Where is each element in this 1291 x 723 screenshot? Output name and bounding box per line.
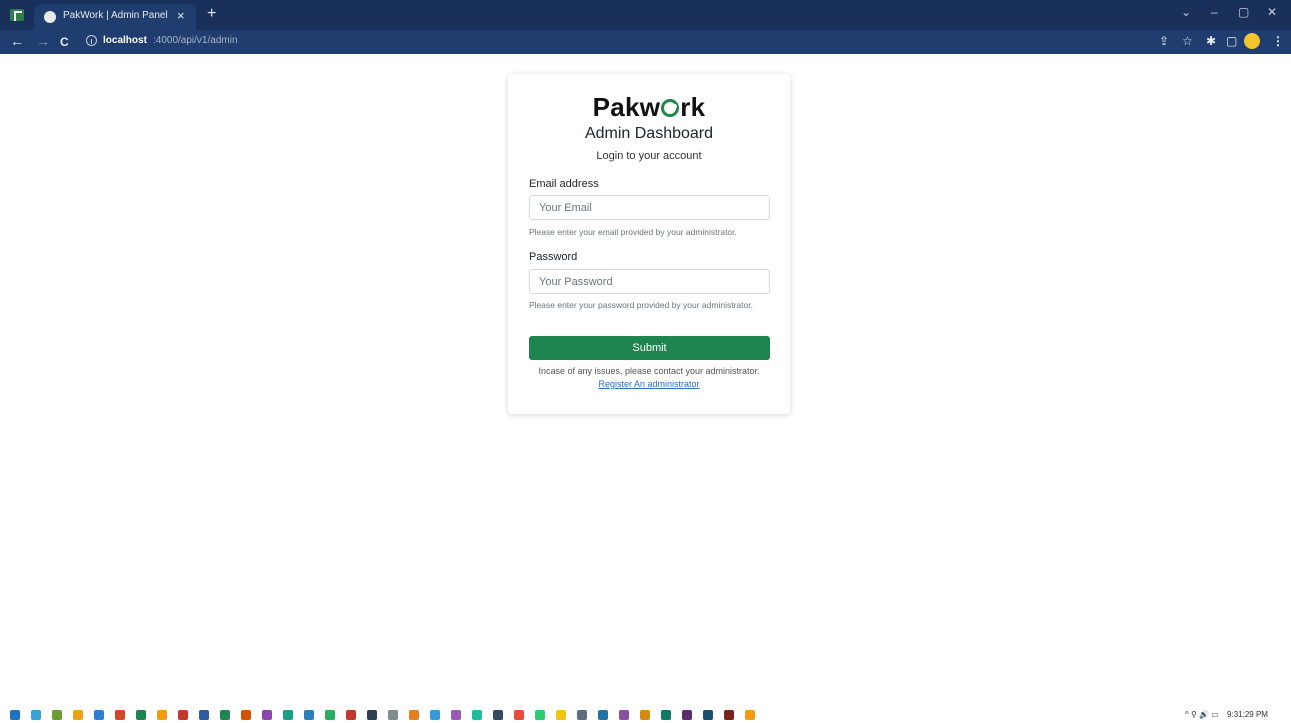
taskbar-app-icon[interactable] <box>535 710 545 720</box>
reload-icon[interactable]: C <box>60 35 69 49</box>
forward-icon[interactable]: → <box>36 33 50 49</box>
submit-button[interactable]: Submit <box>529 336 770 360</box>
taskbar-app-icon[interactable] <box>73 710 83 720</box>
taskbar-app-icon[interactable] <box>745 710 755 720</box>
taskbar-app-icon[interactable] <box>241 710 251 720</box>
system-tray: ^ ⚲ 🔊 ▭ 9:31:29 PM <box>1185 710 1268 719</box>
sheets-app-icon[interactable] <box>10 9 24 21</box>
taskbar-app-icon[interactable] <box>598 710 608 720</box>
tab-search-icon[interactable]: ⌄ <box>1181 5 1191 19</box>
email-label: Email address <box>529 178 599 190</box>
info-icon[interactable] <box>86 35 97 46</box>
taskbar-app-icon[interactable] <box>472 710 482 720</box>
url-path: :4000/api/v1/admin <box>153 35 238 46</box>
crescent-icon <box>661 99 680 117</box>
share-icon[interactable]: ⇪ <box>1159 34 1169 48</box>
taskbar-app-icon[interactable] <box>682 710 692 720</box>
new-tab-button[interactable]: + <box>207 5 216 23</box>
tab-title: PakWork | Admin Panel <box>63 10 168 21</box>
url-field[interactable]: localhost :4000/api/v1/admin <box>80 33 1140 51</box>
password-field[interactable] <box>529 269 770 294</box>
globe-icon <box>44 11 56 23</box>
register-admin-link[interactable]: Register An administrator <box>508 379 790 389</box>
taskbar-app-icon[interactable] <box>31 710 41 720</box>
taskbar-app-icon[interactable] <box>619 710 629 720</box>
tray-icons[interactable]: ^ ⚲ 🔊 ▭ <box>1185 710 1219 719</box>
taskbar-app-icon[interactable] <box>409 710 419 720</box>
taskbar-app-icon[interactable] <box>640 710 650 720</box>
taskbar-app-icon[interactable] <box>94 710 104 720</box>
taskbar-app-icon[interactable] <box>178 710 188 720</box>
taskbar-app-icon[interactable] <box>283 710 293 720</box>
page-title: Admin Dashboard <box>584 125 714 142</box>
email-field[interactable] <box>529 195 770 220</box>
back-icon[interactable]: ← <box>10 33 24 49</box>
taskbar-app-icon[interactable] <box>220 710 230 720</box>
bookmark-star-icon[interactable]: ☆ <box>1182 34 1193 48</box>
taskbar-app-icon[interactable] <box>514 710 524 720</box>
side-panel-icon[interactable]: ▢ <box>1226 34 1237 48</box>
taskbar-app-icon[interactable] <box>157 710 167 720</box>
clock[interactable]: 9:31:29 PM <box>1227 710 1268 719</box>
taskbar-app-icon[interactable] <box>10 710 20 720</box>
browser-menu-icon[interactable]: ⋮ <box>1272 34 1284 48</box>
tab-admin-panel[interactable]: PakWork | Admin Panel × <box>34 4 196 30</box>
extensions-icon[interactable]: ✱ <box>1206 34 1216 48</box>
minimize-icon[interactable]: – <box>1211 5 1218 19</box>
address-toolbar: ← → C localhost :4000/api/v1/admin <box>0 30 1291 54</box>
logo-text-suffix: rk <box>680 92 706 122</box>
pakwork-logo: Pakw rk <box>508 92 790 123</box>
taskbar-app-icon[interactable] <box>325 710 335 720</box>
taskbar-app-icon[interactable] <box>367 710 377 720</box>
taskbar-app-icon[interactable] <box>115 710 125 720</box>
taskbar-app-icon[interactable] <box>262 710 272 720</box>
taskbar-app-icon[interactable] <box>703 710 713 720</box>
taskbar-app-icon[interactable] <box>346 710 356 720</box>
taskbar-app-icon[interactable] <box>661 710 671 720</box>
taskbar-app-icon[interactable] <box>136 710 146 720</box>
windows-taskbar: ^ ⚲ 🔊 ▭ 9:31:29 PM <box>0 707 1291 723</box>
taskbar-app-icon[interactable] <box>556 710 566 720</box>
issue-note: Incase of any issues, please contact you… <box>538 366 760 376</box>
taskbar-app-icon[interactable] <box>388 710 398 720</box>
taskbar-app-icon[interactable] <box>577 710 587 720</box>
profile-avatar[interactable] <box>1244 33 1260 49</box>
taskbar-app-icon[interactable] <box>724 710 734 720</box>
email-help-text: Please enter your email provided by your… <box>529 227 737 237</box>
password-help-text: Please enter your password provided by y… <box>529 300 753 310</box>
close-window-icon[interactable]: ✕ <box>1267 5 1277 19</box>
taskbar-app-icon[interactable] <box>304 710 314 720</box>
taskbar-app-icon[interactable] <box>451 710 461 720</box>
taskbar-app-icon[interactable] <box>199 710 209 720</box>
restore-icon[interactable]: ▢ <box>1238 5 1249 19</box>
close-tab-icon[interactable]: × <box>177 8 185 23</box>
page-subtitle: Login to your account <box>596 150 702 162</box>
login-card: Pakw rk Admin Dashboard Login to your acc… <box>508 74 790 414</box>
browser-tab-bar: PakWork | Admin Panel × + ⌄ – ▢ ✕ <box>0 0 1291 30</box>
password-label: Password <box>529 251 578 263</box>
taskbar-app-icon[interactable] <box>493 710 503 720</box>
taskbar-app-icon[interactable] <box>430 710 440 720</box>
logo-text-prefix: Pakw <box>592 92 661 122</box>
url-host: localhost <box>103 35 147 46</box>
taskbar-app-icon[interactable] <box>52 710 62 720</box>
